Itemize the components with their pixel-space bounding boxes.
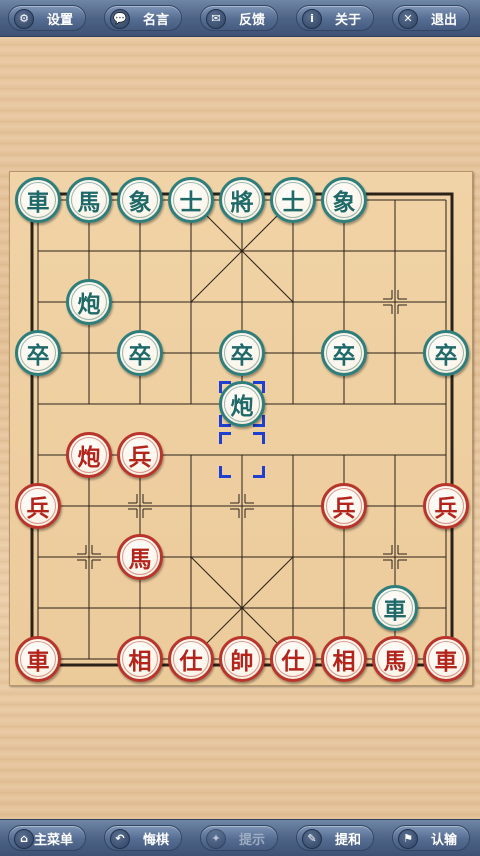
quotes-button[interactable]: 💬 名言 bbox=[104, 5, 182, 31]
lightbulb-icon: ✦ bbox=[206, 829, 226, 849]
main-menu-label: 主菜单 bbox=[33, 832, 73, 848]
piece-black[interactable]: 士 bbox=[270, 177, 316, 223]
piece-black[interactable]: 將 bbox=[219, 177, 265, 223]
hint-button[interactable]: ✦ 提示 bbox=[200, 825, 278, 851]
resign-button[interactable]: ⚑ 认输 bbox=[392, 825, 470, 851]
piece-black[interactable]: 卒 bbox=[117, 330, 163, 376]
offer-draw-label: 提和 bbox=[334, 832, 361, 848]
piece-black[interactable]: 士 bbox=[168, 177, 214, 223]
piece-red[interactable]: 帥 bbox=[219, 636, 265, 682]
piece-black[interactable]: 炮 bbox=[219, 381, 265, 427]
piece-red[interactable]: 馬 bbox=[117, 534, 163, 580]
about-button[interactable]: i 关于 bbox=[296, 5, 374, 31]
undo-label: 悔棋 bbox=[142, 832, 169, 848]
exit-label: 退出 bbox=[430, 12, 457, 28]
main-menu-button[interactable]: ⌂ 主菜单 bbox=[8, 825, 86, 851]
piece-black[interactable]: 象 bbox=[117, 177, 163, 223]
feedback-button[interactable]: ✉ 反馈 bbox=[200, 5, 278, 31]
mail-icon: ✉ bbox=[206, 9, 226, 29]
piece-red[interactable]: 仕 bbox=[168, 636, 214, 682]
selection-marker bbox=[219, 432, 265, 478]
feedback-label: 反馈 bbox=[238, 12, 265, 28]
gear-icon: ⚙ bbox=[14, 9, 34, 29]
exit-button[interactable]: ✕ 退出 bbox=[392, 5, 470, 31]
piece-red[interactable]: 兵 bbox=[15, 483, 61, 529]
piece-black[interactable]: 象 bbox=[321, 177, 367, 223]
piece-red[interactable]: 仕 bbox=[270, 636, 316, 682]
piece-red[interactable]: 兵 bbox=[117, 432, 163, 478]
piece-red[interactable]: 兵 bbox=[423, 483, 469, 529]
piece-black[interactable]: 車 bbox=[15, 177, 61, 223]
pen-icon: ✎ bbox=[302, 829, 322, 849]
flag-icon: ⚑ bbox=[398, 829, 418, 849]
piece-red[interactable]: 相 bbox=[321, 636, 367, 682]
piece-black[interactable]: 馬 bbox=[66, 177, 112, 223]
about-label: 关于 bbox=[334, 12, 361, 28]
piece-black[interactable]: 卒 bbox=[219, 330, 265, 376]
hint-label: 提示 bbox=[238, 832, 265, 848]
piece-red[interactable]: 馬 bbox=[372, 636, 418, 682]
bottom-toolbar: ⌂ 主菜单 ↶ 悔棋 ✦ 提示 ✎ 提和 ⚑ 认输 bbox=[0, 819, 480, 856]
close-icon: ✕ bbox=[398, 9, 418, 29]
chess-board[interactable]: 車馬象士將士象炮卒卒卒卒卒炮炮兵兵兵兵馬車車相仕帥仕相馬車 bbox=[9, 171, 473, 686]
piece-black[interactable]: 卒 bbox=[321, 330, 367, 376]
quotes-label: 名言 bbox=[142, 12, 169, 28]
piece-black[interactable]: 車 bbox=[372, 585, 418, 631]
piece-red[interactable]: 車 bbox=[423, 636, 469, 682]
piece-red[interactable]: 車 bbox=[15, 636, 61, 682]
info-icon: i bbox=[302, 9, 322, 29]
piece-red[interactable]: 兵 bbox=[321, 483, 367, 529]
home-icon: ⌂ bbox=[14, 829, 34, 849]
piece-black[interactable]: 卒 bbox=[423, 330, 469, 376]
speech-bubble-icon: 💬 bbox=[110, 9, 130, 29]
offer-draw-button[interactable]: ✎ 提和 bbox=[296, 825, 374, 851]
settings-button[interactable]: ⚙ 设置 bbox=[8, 5, 86, 31]
resign-label: 认输 bbox=[430, 832, 457, 848]
piece-red[interactable]: 相 bbox=[117, 636, 163, 682]
undo-icon: ↶ bbox=[110, 829, 130, 849]
settings-label: 设置 bbox=[46, 12, 73, 28]
undo-button[interactable]: ↶ 悔棋 bbox=[104, 825, 182, 851]
top-toolbar: ⚙ 设置 💬 名言 ✉ 反馈 i 关于 ✕ 退出 bbox=[0, 0, 480, 37]
piece-red[interactable]: 炮 bbox=[66, 432, 112, 478]
piece-black[interactable]: 卒 bbox=[15, 330, 61, 376]
piece-black[interactable]: 炮 bbox=[66, 279, 112, 325]
